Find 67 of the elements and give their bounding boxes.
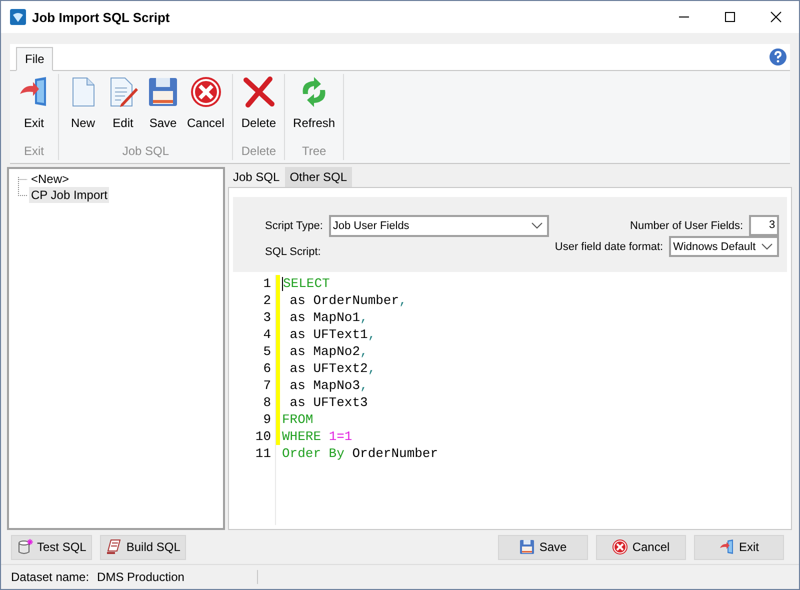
ribbon-button[interactable]: New [63,74,103,144]
ribbon-tab[interactable]: File [16,47,54,71]
help-icon[interactable] [769,48,787,66]
window-title: Job Import SQL Script [32,10,171,24]
group-label: Exit [24,144,44,160]
tree-line [18,187,27,196]
status-label: Dataset name: [11,570,90,584]
line-number: 5 [263,343,271,360]
line-number: 2 [263,292,271,309]
action-button[interactable]: Save [498,534,588,560]
code-line: SELECT [283,275,330,292]
editor-tab[interactable]: Other SQL [284,167,352,187]
field-label: User field date format: [554,240,664,252]
field-label: SQL Script: [265,246,322,258]
action-button[interactable]: Test SQL [11,534,92,560]
code-line: WHERE 1=1 [282,428,352,445]
code-line: as UFText2, [288,360,376,377]
code-line: FROM [282,411,314,428]
code-line: as UFText1, [288,326,376,343]
code-line: as MapNo3, [288,377,368,394]
code-line: as MapNo2, [288,343,368,360]
chevron-down-icon [530,222,543,230]
ribbon-button[interactable]: Save [143,74,183,144]
line-number: 4 [263,326,271,343]
tree-item[interactable]: CP Job Import [29,187,110,203]
app-icon [10,9,26,25]
ribbon-button[interactable]: Refresh [289,74,340,144]
line-number: 7 [263,377,271,394]
maximize-icon [724,11,736,23]
sql-script-icon [106,539,122,555]
group-label: Delete [241,144,276,160]
action-button[interactable]: Build SQL [100,534,186,560]
x-mark-icon [242,76,275,108]
code-line: as OrderNumber, [288,292,407,309]
line-number: 10 [255,428,271,445]
code-line: as UFText3 [288,394,368,411]
script-type-dropdown[interactable]: Job User Fields [328,215,549,237]
cancel-icon [612,539,628,555]
line-number: 8 [263,394,271,411]
date-format-dropdown[interactable]: Widnows Default [669,236,780,257]
code-line: as MapNo1, [288,309,368,326]
ribbon-button[interactable]: Cancel [183,74,228,144]
line-number: 11 [255,445,271,462]
line-number: 6 [263,360,271,377]
line-number: 1 [263,275,271,292]
door-arrow-icon [718,539,735,555]
tree-line [18,177,27,187]
chevron-down-icon [761,242,774,250]
number-field[interactable]: 3 [749,215,780,236]
line-number: 3 [263,309,271,326]
action-button[interactable]: Cancel [596,534,686,560]
field-label: Number of User Fields: [630,220,744,232]
action-button[interactable]: Exit [694,534,784,560]
tree-item[interactable]: <New> [29,171,72,187]
line-number: 9 [263,411,271,428]
code-editor[interactable]: 1 2 3 4 5 6 7 8 9 10 11 SELECT as OrderNumber, as MapNo1, as UFText1, as MapNo2, as UFText2, as MapNo3, as UFText3 FROM WHERE 1=1 Order By OrderNumber [233,272,787,525]
ribbon-button[interactable]: Exit [14,74,54,144]
status-value: DMS Production [97,570,258,584]
ribbon-button[interactable]: Edit [103,74,143,144]
close-icon [770,11,782,23]
field-label: Script Type: [265,220,323,232]
database-icon [17,539,33,555]
group-label: Tree [302,144,326,160]
ribbon-button[interactable]: Delete [237,74,280,144]
group-label: Job SQL [122,144,170,160]
code-line: Order By OrderNumber [282,445,438,462]
cancel-icon [190,76,222,108]
